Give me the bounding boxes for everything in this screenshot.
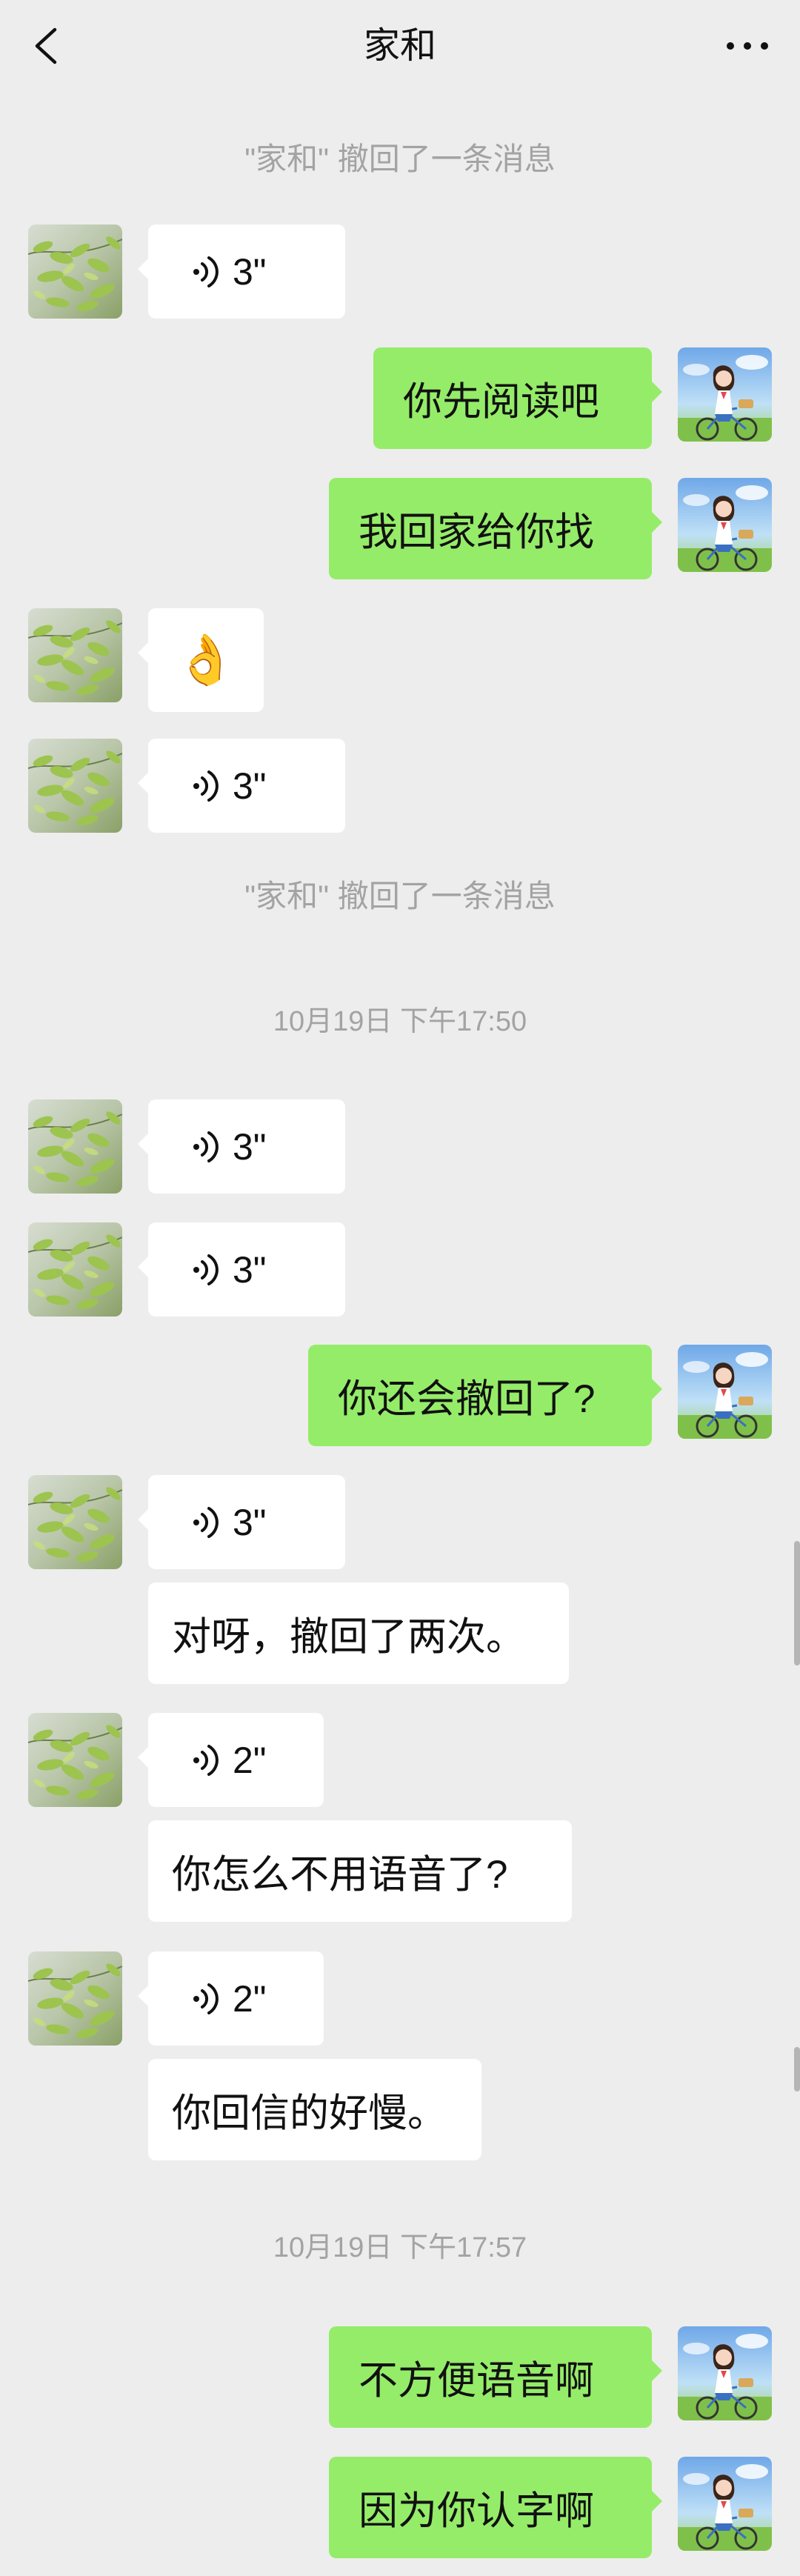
timestamp: 10月19日 下午17:50 <box>273 1006 527 1037</box>
voice-duration: 2" <box>233 1739 267 1781</box>
voice-wave-icon <box>190 1740 222 1781</box>
voice-message[interactable]: 3" <box>138 224 345 319</box>
voice-duration: 2" <box>233 1977 267 2020</box>
message-text: 你先阅读吧 <box>403 379 599 424</box>
girl-bicycle-avatar-image <box>678 2326 772 2420</box>
voice-wave-icon <box>190 1249 222 1291</box>
voice-message[interactable]: 2" <box>138 1713 324 1807</box>
contact-avatar[interactable] <box>28 608 122 702</box>
my-avatar[interactable] <box>678 2326 772 2420</box>
voice-message[interactable]: 3" <box>138 1099 345 1194</box>
received-message[interactable]: 对呀，撤回了两次。 <box>148 1582 569 1684</box>
contact-avatar[interactable] <box>28 1951 122 2046</box>
voice-message[interactable]: 3" <box>138 1222 345 1317</box>
voice-wave-icon <box>190 765 222 807</box>
my-avatar[interactable] <box>678 347 772 442</box>
leaf-avatar-image <box>28 1951 122 2046</box>
message-text: 我回家给你找 <box>359 510 594 554</box>
my-avatar[interactable] <box>678 1345 772 1439</box>
leaf-avatar-image <box>28 1475 122 1569</box>
voice-message[interactable]: 3" <box>138 1475 345 1569</box>
leaf-avatar-image <box>28 608 122 702</box>
voice-duration: 3" <box>233 1501 267 1543</box>
sent-message[interactable]: 你先阅读吧 <box>373 347 662 449</box>
leaf-avatar-image <box>28 1713 122 1807</box>
girl-bicycle-avatar-image <box>678 347 772 442</box>
contact-avatar[interactable] <box>28 1099 122 1194</box>
emoji-message[interactable]: 👌 <box>138 608 264 712</box>
contact-avatar[interactable] <box>28 1222 122 1317</box>
contact-avatar[interactable] <box>28 739 122 833</box>
message-text: 你回信的好慢。 <box>172 2091 447 2135</box>
leaf-avatar-image <box>28 224 122 319</box>
sent-message[interactable]: 你还会撤回了? <box>308 1345 662 1446</box>
sent-message[interactable]: 不方便语音啊 <box>329 2326 662 2428</box>
recall-notice: "家和" 撤回了一条消息 <box>244 879 556 913</box>
sent-message[interactable]: 因为你认字啊 <box>329 2457 662 2558</box>
contact-avatar[interactable] <box>28 1475 122 1569</box>
message-text: 因为你认字啊 <box>359 2489 594 2533</box>
contact-avatar[interactable] <box>28 224 122 319</box>
scrollbar-thumb[interactable] <box>794 1541 800 1665</box>
voice-wave-icon <box>190 1502 222 1543</box>
more-dots-icon <box>727 42 768 50</box>
ok-hand-emoji: 👌 <box>175 632 237 687</box>
voice-message[interactable]: 3" <box>138 739 345 833</box>
message-text: 你怎么不用语音了? <box>172 1852 508 1897</box>
my-avatar[interactable] <box>678 2457 772 2551</box>
voice-duration: 3" <box>233 1125 267 1168</box>
chat-header: 家和 <box>0 0 800 92</box>
voice-message[interactable]: 2" <box>138 1951 324 2046</box>
timestamp: 10月19日 下午17:57 <box>273 2232 527 2263</box>
voice-wave-icon <box>190 251 222 293</box>
more-button[interactable] <box>721 22 773 70</box>
girl-bicycle-avatar-image <box>678 1345 772 1439</box>
chat-screen: 家和 "家和" 撤回了一条消息 3" 你先阅读吧 我回家给你找 👌 3" "家和… <box>0 0 800 2576</box>
sent-message[interactable]: 我回家给你找 <box>329 478 662 579</box>
voice-wave-icon <box>190 1126 222 1168</box>
message-text: 对呀，撤回了两次。 <box>172 1614 525 1659</box>
leaf-avatar-image <box>28 739 122 833</box>
leaf-avatar-image <box>28 1222 122 1317</box>
voice-wave-icon <box>190 1978 222 2020</box>
girl-bicycle-avatar-image <box>678 2457 772 2551</box>
my-avatar[interactable] <box>678 478 772 572</box>
received-message[interactable]: 你回信的好慢。 <box>148 2059 481 2160</box>
leaf-avatar-image <box>28 1099 122 1194</box>
contact-avatar[interactable] <box>28 1713 122 1807</box>
girl-bicycle-avatar-image <box>678 478 772 572</box>
chat-title: 家和 <box>363 26 436 66</box>
voice-duration: 3" <box>233 1248 267 1291</box>
voice-duration: 3" <box>233 250 267 293</box>
message-text: 不方便语音啊 <box>359 2358 594 2403</box>
voice-duration: 3" <box>233 765 267 807</box>
received-message[interactable]: 你怎么不用语音了? <box>148 1820 572 1922</box>
scrollbar-thumb-secondary[interactable] <box>794 2047 800 2091</box>
message-text: 你还会撤回了? <box>338 1377 596 1421</box>
recall-notice: "家和" 撤回了一条消息 <box>244 142 556 176</box>
